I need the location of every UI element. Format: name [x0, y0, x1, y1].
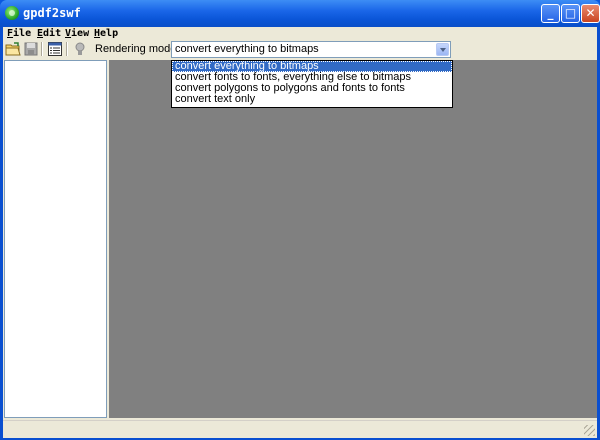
status-bar [3, 420, 597, 438]
document-viewer[interactable] [109, 60, 597, 418]
menu-help[interactable]: Help [94, 27, 118, 40]
properties-list-icon[interactable] [47, 41, 63, 57]
maximize-button[interactable]: □ [561, 4, 580, 23]
menu-view[interactable]: View [65, 27, 89, 40]
menu-edit[interactable]: Edit [37, 27, 61, 40]
toolbar-separator [66, 42, 68, 56]
toolbar-separator [41, 42, 43, 56]
lightbulb-icon[interactable] [72, 41, 88, 57]
open-folder-icon[interactable] [5, 41, 21, 57]
window-title: gpdf2swf [23, 6, 81, 20]
client-area: File Edit View Help Rendering mode: conv… [3, 27, 597, 438]
rendering-mode-dropdown: convert everything to bitmaps convert fo… [171, 60, 453, 108]
close-button[interactable]: ✕ [581, 4, 600, 23]
rendering-mode-value: convert everything to bitmaps [175, 43, 319, 55]
page-thumbnail-panel[interactable] [4, 60, 107, 418]
menu-bar: File Edit View Help [3, 27, 597, 40]
title-bar[interactable]: gpdf2swf _ □ ✕ [0, 0, 600, 27]
menu-file[interactable]: File [7, 27, 31, 40]
rendering-mode-select[interactable]: convert everything to bitmaps [171, 41, 451, 58]
menu-edit-label: dit [43, 28, 62, 39]
dropdown-option[interactable]: convert text only [172, 94, 452, 105]
rendering-mode-label: Rendering mode: [95, 43, 180, 55]
chevron-down-icon[interactable] [436, 43, 449, 56]
menu-help-label: elp [100, 28, 119, 39]
resize-grip[interactable] [584, 425, 595, 436]
save-disk-icon[interactable] [23, 41, 39, 57]
toolbar: Rendering mode: convert everything to bi… [3, 41, 597, 58]
minimize-button[interactable]: _ [541, 4, 560, 23]
menu-file-label: ile [13, 28, 32, 39]
menu-view-label: iew [71, 28, 90, 39]
app-icon [5, 6, 19, 20]
app-window: gpdf2swf _ □ ✕ File Edit View Help Rende… [0, 0, 600, 440]
